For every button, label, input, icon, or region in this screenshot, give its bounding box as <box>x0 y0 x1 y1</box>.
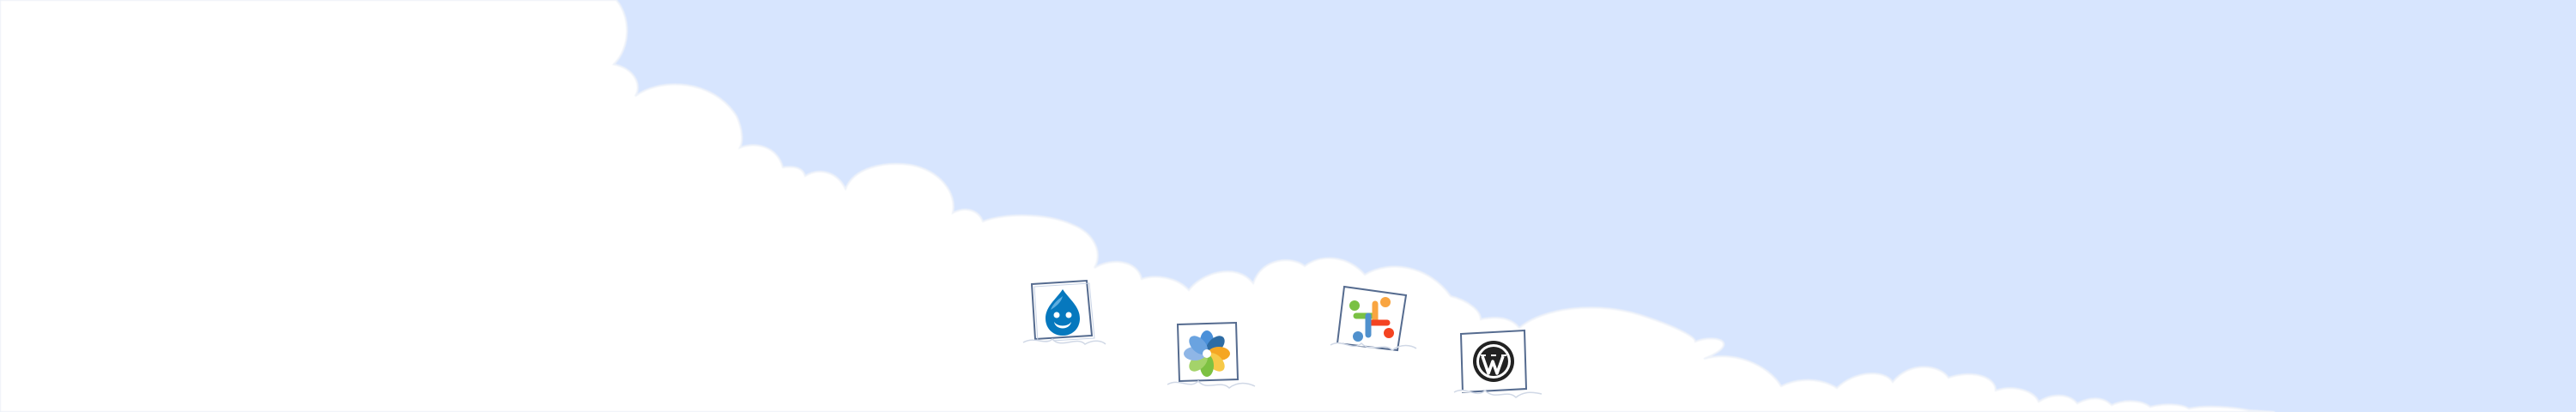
drupal-logo-card <box>1022 279 1106 351</box>
cloud-mass <box>0 0 2276 412</box>
joomla-knot-icon <box>1330 285 1417 352</box>
joomla-logo-card <box>1330 283 1417 355</box>
wordpress-w-icon <box>1453 329 1543 399</box>
cloud-shape <box>0 0 2276 412</box>
wordpress-logo-card <box>1453 329 1543 401</box>
cloud-banner <box>0 0 2576 412</box>
drupal-drop-icon <box>1022 279 1106 345</box>
alfresco-flower-icon <box>1167 321 1256 390</box>
alfresco-logo-card <box>1167 319 1256 391</box>
